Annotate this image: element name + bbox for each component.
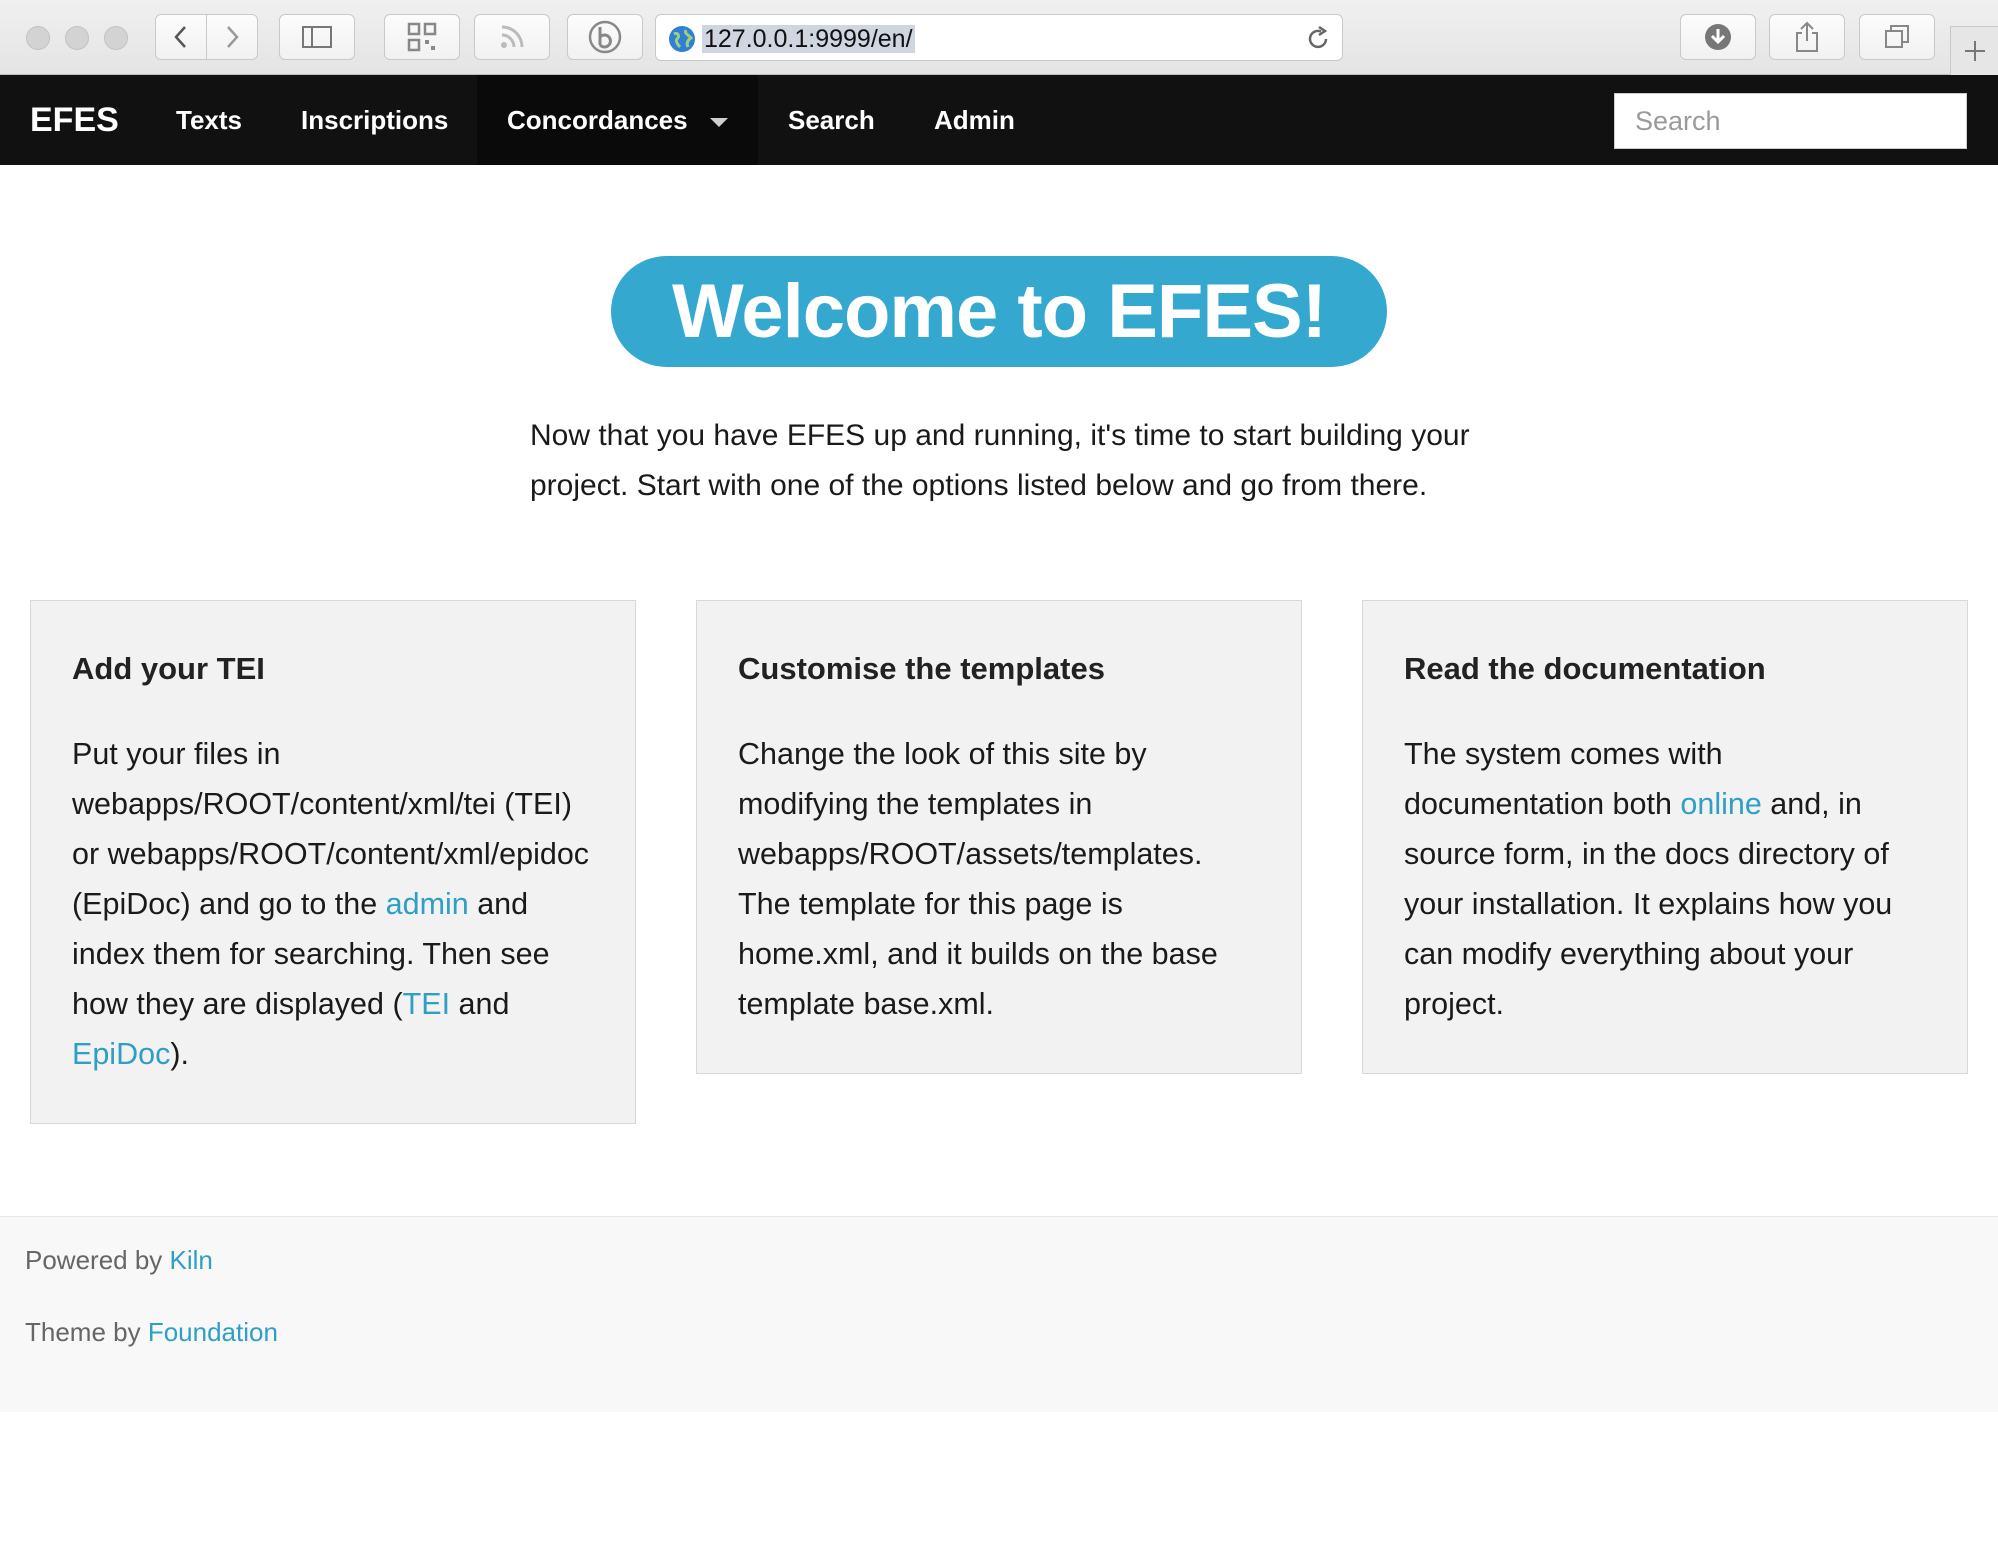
url-text: 127.0.0.1:9999/en/	[702, 25, 915, 53]
address-bar[interactable]: 127.0.0.1:9999/en/	[655, 14, 1343, 61]
online-docs-link[interactable]: online	[1680, 787, 1761, 821]
new-tab-button[interactable]	[1950, 26, 1998, 75]
sidebar-button[interactable]	[279, 14, 355, 60]
minimize-window-button[interactable]	[65, 26, 89, 50]
download-icon	[1705, 24, 1731, 50]
search-input[interactable]	[1614, 93, 1967, 149]
close-window-button[interactable]	[26, 26, 50, 50]
admin-link[interactable]: admin	[386, 887, 469, 921]
foundation-link[interactable]: Foundation	[148, 1317, 278, 1347]
theme-by-line: Theme by Foundation	[25, 1317, 278, 1347]
nav-texts[interactable]: Texts	[146, 75, 272, 165]
powered-by-line: Powered by Kiln	[25, 1245, 213, 1275]
panel-text: Change the look of this site by modifyin…	[738, 737, 1218, 1021]
browser-toolbar: 127.0.0.1:9999/en/	[0, 0, 1998, 75]
zoom-window-button[interactable]	[104, 26, 128, 50]
nav-concordances-label: Concordances	[507, 105, 688, 135]
globe-icon	[669, 26, 695, 52]
epidoc-link[interactable]: EpiDoc	[72, 1037, 170, 1071]
panel-text: The system comes with documentation both…	[1404, 737, 1893, 1021]
new-tab-icon	[1964, 41, 1985, 61]
forward-icon	[227, 26, 239, 48]
tei-link[interactable]: TEI	[403, 987, 450, 1021]
nav-admin[interactable]: Admin	[904, 75, 1045, 165]
kiln-link[interactable]: Kiln	[170, 1245, 213, 1275]
bookmark-button[interactable]	[567, 14, 643, 60]
rss-button[interactable]	[474, 14, 550, 60]
back-icon	[174, 26, 186, 48]
panel-title: Add your TEI	[72, 651, 265, 686]
share-icon	[1796, 21, 1818, 52]
rss-icon	[501, 25, 524, 48]
panel-customise-templates: Customise the templates Change the look …	[696, 600, 1302, 1074]
site-footer: Powered by Kiln Theme by Foundation	[0, 1216, 1998, 1412]
qr-code-icon	[407, 22, 437, 52]
nav-search[interactable]: Search	[758, 75, 905, 165]
sidebar-icon	[302, 26, 332, 48]
forward-button[interactable]	[206, 14, 258, 60]
qr-code-button[interactable]	[384, 14, 460, 60]
tabs-overview-button[interactable]	[1859, 14, 1935, 60]
panel-read-documentation: Read the documentation The system comes …	[1362, 600, 1968, 1074]
panel-text: Put your files in webapps/ROOT/content/x…	[72, 737, 590, 1071]
share-button[interactable]	[1769, 14, 1845, 60]
nav-concordances-dropdown[interactable]: Concordances	[477, 75, 758, 165]
chevron-down-icon	[709, 117, 728, 127]
intro-text: Now that you have EFES up and running, i…	[530, 419, 1470, 502]
panel-title: Customise the templates	[738, 651, 1105, 686]
tabs-icon	[1885, 25, 1909, 48]
welcome-title: Welcome to EFES!	[611, 256, 1387, 367]
panel-add-tei: Add your TEI Put your files in webapps/R…	[30, 600, 636, 1124]
panel-title: Read the documentation	[1404, 651, 1766, 686]
back-button[interactable]	[155, 14, 207, 60]
downloads-button[interactable]	[1680, 14, 1756, 60]
nav-inscriptions[interactable]: Inscriptions	[271, 75, 478, 165]
bookmark-b-icon	[588, 20, 622, 54]
site-top-bar: EFES Texts Inscriptions Concordances Sea…	[0, 75, 1998, 165]
site-logo[interactable]: EFES	[30, 75, 119, 165]
reload-icon[interactable]	[1304, 25, 1332, 53]
